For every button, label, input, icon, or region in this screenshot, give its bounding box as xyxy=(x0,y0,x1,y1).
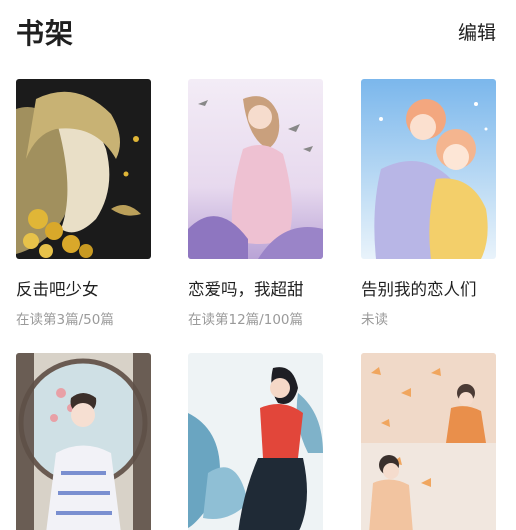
cover-illustration-embracing-couple xyxy=(361,79,496,259)
book-item[interactable] xyxy=(188,353,323,530)
cover-illustration-qipao-girl xyxy=(16,353,151,530)
book-item[interactable] xyxy=(16,353,151,530)
book-item[interactable] xyxy=(361,353,496,530)
cover-illustration-red-top-girl xyxy=(188,353,323,530)
book-item[interactable]: 恋爱吗，我超甜 在读第12篇/100篇 xyxy=(188,79,323,328)
book-cover[interactable] xyxy=(361,353,496,530)
book-cover[interactable] xyxy=(361,79,496,259)
edit-button[interactable]: 编辑 xyxy=(458,18,496,45)
book-progress: 未读 xyxy=(361,312,388,328)
book-cover[interactable] xyxy=(16,79,151,259)
book-title: 反击吧少女 xyxy=(16,280,99,299)
cover-illustration-golden-girl xyxy=(16,79,151,259)
cover-illustration-pink-dress-girl xyxy=(188,79,323,259)
page-title: 书架 xyxy=(16,17,75,50)
header: 书架 编辑 xyxy=(0,0,516,64)
book-cover[interactable] xyxy=(188,353,323,530)
book-progress: 在读第3篇/50篇 xyxy=(16,312,114,328)
book-progress: 在读第12篇/100篇 xyxy=(188,312,303,328)
book-cover[interactable] xyxy=(188,79,323,259)
cover-illustration-autumn-leaves xyxy=(361,353,496,530)
book-item[interactable]: 反击吧少女 在读第3篇/50篇 xyxy=(16,79,151,328)
book-title: 恋爱吗，我超甜 xyxy=(188,280,304,299)
book-item[interactable]: 告别我的恋人们 未读 xyxy=(361,79,496,328)
book-title: 告别我的恋人们 xyxy=(361,280,477,299)
book-cover[interactable] xyxy=(16,353,151,530)
